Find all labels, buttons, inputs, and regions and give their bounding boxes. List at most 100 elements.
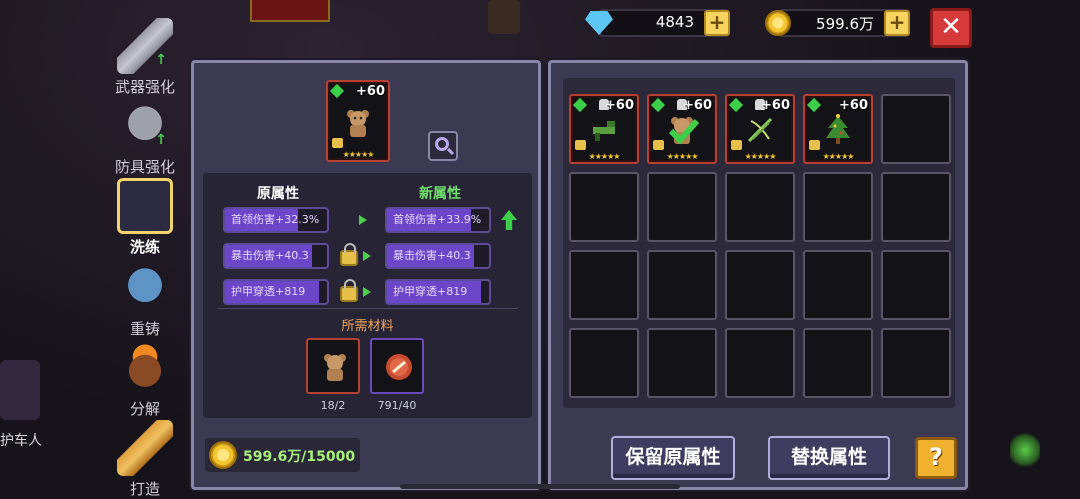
inventory-item[interactable]: +60 ★★★★★ — [647, 94, 717, 164]
wash-panel: +60 ★★★★★ 原属性 新属性 首领伤害+32.3% 首领伤害+33.9% … — [191, 60, 541, 490]
inventory-slot-empty[interactable] — [647, 172, 717, 242]
item-level: +60 — [605, 98, 634, 113]
teddy-bear-icon — [347, 109, 369, 137]
old-stat: 首领伤害+32.3% — [223, 207, 329, 233]
sword-icon: ↑ — [117, 18, 173, 74]
item-stars: ★★★★★ — [822, 152, 855, 161]
old-attributes-header: 原属性 — [257, 186, 299, 202]
nav-label: 武器强化 — [114, 78, 175, 96]
material-slot[interactable] — [306, 338, 360, 394]
inventory-item[interactable]: +60 ★★★★★ — [725, 94, 795, 164]
inventory-slot-empty[interactable] — [881, 94, 951, 164]
nav-label: 分解 — [129, 400, 160, 418]
inventory-slot-empty[interactable] — [725, 172, 795, 242]
new-attributes-header: 新属性 — [419, 186, 461, 202]
attribute-comparison: 原属性 新属性 首领伤害+32.3% 首领伤害+33.9% 暴击伤害+40.3 … — [203, 173, 532, 418]
gem-socket-icon — [728, 97, 744, 113]
nav-recast[interactable]: 重铸 — [100, 260, 190, 339]
gem-socket-icon — [806, 97, 822, 113]
add-gems-button[interactable]: + — [704, 10, 730, 36]
nav-decompose[interactable]: 分解 — [100, 340, 190, 419]
crystal-sword-icon — [117, 178, 173, 234]
npc-label: 护车人 — [0, 433, 42, 449]
item-level: +60 — [356, 84, 385, 99]
inventory-panel: +60 ★★★★★ +60 ★★★★★ +60 ★★★★★ +60 ★★★★★ 保留原属性 替… — [548, 60, 968, 490]
home-indicator — [400, 484, 680, 489]
arrow-right-icon — [363, 251, 371, 261]
inventory-slot-empty[interactable] — [881, 328, 951, 398]
material-count: 18/2 — [320, 399, 346, 412]
inventory-slot-empty[interactable] — [803, 250, 873, 320]
item-level: +60 — [761, 98, 790, 113]
item-level: +60 — [683, 98, 712, 113]
gem-counter: 4843 + — [585, 8, 730, 38]
replace-attributes-button[interactable]: 替换属性 — [768, 436, 890, 480]
inventory-item[interactable]: +60 ★★★★★ — [803, 94, 873, 164]
inventory-item[interactable]: +60 ★★★★★ — [569, 94, 639, 164]
gold-counter: 599.6万 + — [765, 8, 910, 38]
armor-icon: ↑ — [117, 98, 173, 154]
lock-icon — [332, 138, 343, 148]
inventory-slot-empty[interactable] — [803, 172, 873, 242]
inventory-slot-empty[interactable] — [647, 328, 717, 398]
inventory-slot-empty[interactable] — [725, 250, 795, 320]
green-gun-icon — [593, 121, 615, 142]
new-stat: 暴击伤害+40.3 — [385, 243, 491, 269]
coin-icon — [209, 441, 237, 469]
inventory-slot-empty[interactable] — [569, 172, 639, 242]
nav-label: 打造 — [129, 480, 160, 498]
nav-label: 重铸 — [129, 320, 160, 338]
item-stars: ★★★★★ — [744, 152, 777, 161]
material-count: 791/40 — [377, 399, 417, 412]
inventory-slot-empty[interactable] — [725, 328, 795, 398]
nav-label: 洗练 — [129, 238, 160, 256]
nav-weapon-enhance[interactable]: ↑ 武器强化 — [100, 18, 190, 97]
lock-icon — [575, 140, 586, 150]
torch-icon — [1010, 430, 1040, 470]
lock-toggle-icon[interactable] — [340, 243, 358, 266]
item-level: +60 — [839, 98, 868, 113]
inventory-slot-empty[interactable] — [881, 172, 951, 242]
lock-toggle-icon[interactable] — [340, 279, 358, 302]
gem-socket-icon — [572, 97, 588, 113]
help-button[interactable]: ? — [915, 437, 957, 479]
arrow-right-icon — [363, 287, 371, 297]
lock-icon — [653, 140, 664, 150]
inventory-slot-empty[interactable] — [569, 328, 639, 398]
divider — [217, 308, 518, 309]
add-gold-button[interactable]: + — [884, 10, 910, 36]
lock-icon — [809, 140, 820, 150]
keep-original-button[interactable]: 保留原属性 — [611, 436, 735, 480]
nav-armor-enhance[interactable]: ↑ 防具强化 — [100, 98, 190, 177]
item-stars: ★★★★★ — [342, 150, 375, 159]
inventory-slot-empty[interactable] — [803, 328, 873, 398]
green-bow-icon — [747, 118, 773, 143]
new-stat: 首领伤害+33.9% — [385, 207, 491, 233]
gold-amount: 599.6万 — [816, 15, 874, 33]
nav-forge[interactable]: 打造 — [100, 420, 190, 499]
checkmark-icon — [668, 118, 700, 145]
inventory-slot-empty[interactable] — [569, 250, 639, 320]
coin-icon — [765, 10, 791, 36]
blue-armor-icon — [117, 260, 173, 316]
search-button[interactable] — [428, 131, 458, 161]
christmas-tree-icon — [826, 114, 850, 145]
lock-icon — [731, 140, 742, 150]
inventory-grid: +60 ★★★★★ +60 ★★★★★ +60 ★★★★★ +60 ★★★★★ — [563, 78, 955, 408]
red-stone-icon — [386, 354, 412, 380]
material-slot[interactable] — [370, 338, 424, 394]
background-character — [0, 360, 40, 420]
inventory-slot-empty[interactable] — [647, 250, 717, 320]
close-button[interactable]: ✕ — [930, 8, 972, 48]
nav-wash[interactable]: 洗练 — [100, 178, 190, 257]
gem-amount: 4843 — [655, 13, 694, 31]
background-npc — [488, 0, 520, 34]
gem-socket-icon — [329, 83, 345, 99]
inventory-slot-empty[interactable] — [881, 250, 951, 320]
selected-item-slot[interactable]: +60 ★★★★★ — [326, 80, 390, 162]
arrow-right-icon — [359, 215, 367, 225]
item-stars: ★★★★★ — [666, 152, 699, 161]
new-stat: 护甲穿透+819 — [385, 279, 491, 305]
gem-socket-icon — [650, 97, 666, 113]
old-stat: 暴击伤害+40.3 — [223, 243, 329, 269]
